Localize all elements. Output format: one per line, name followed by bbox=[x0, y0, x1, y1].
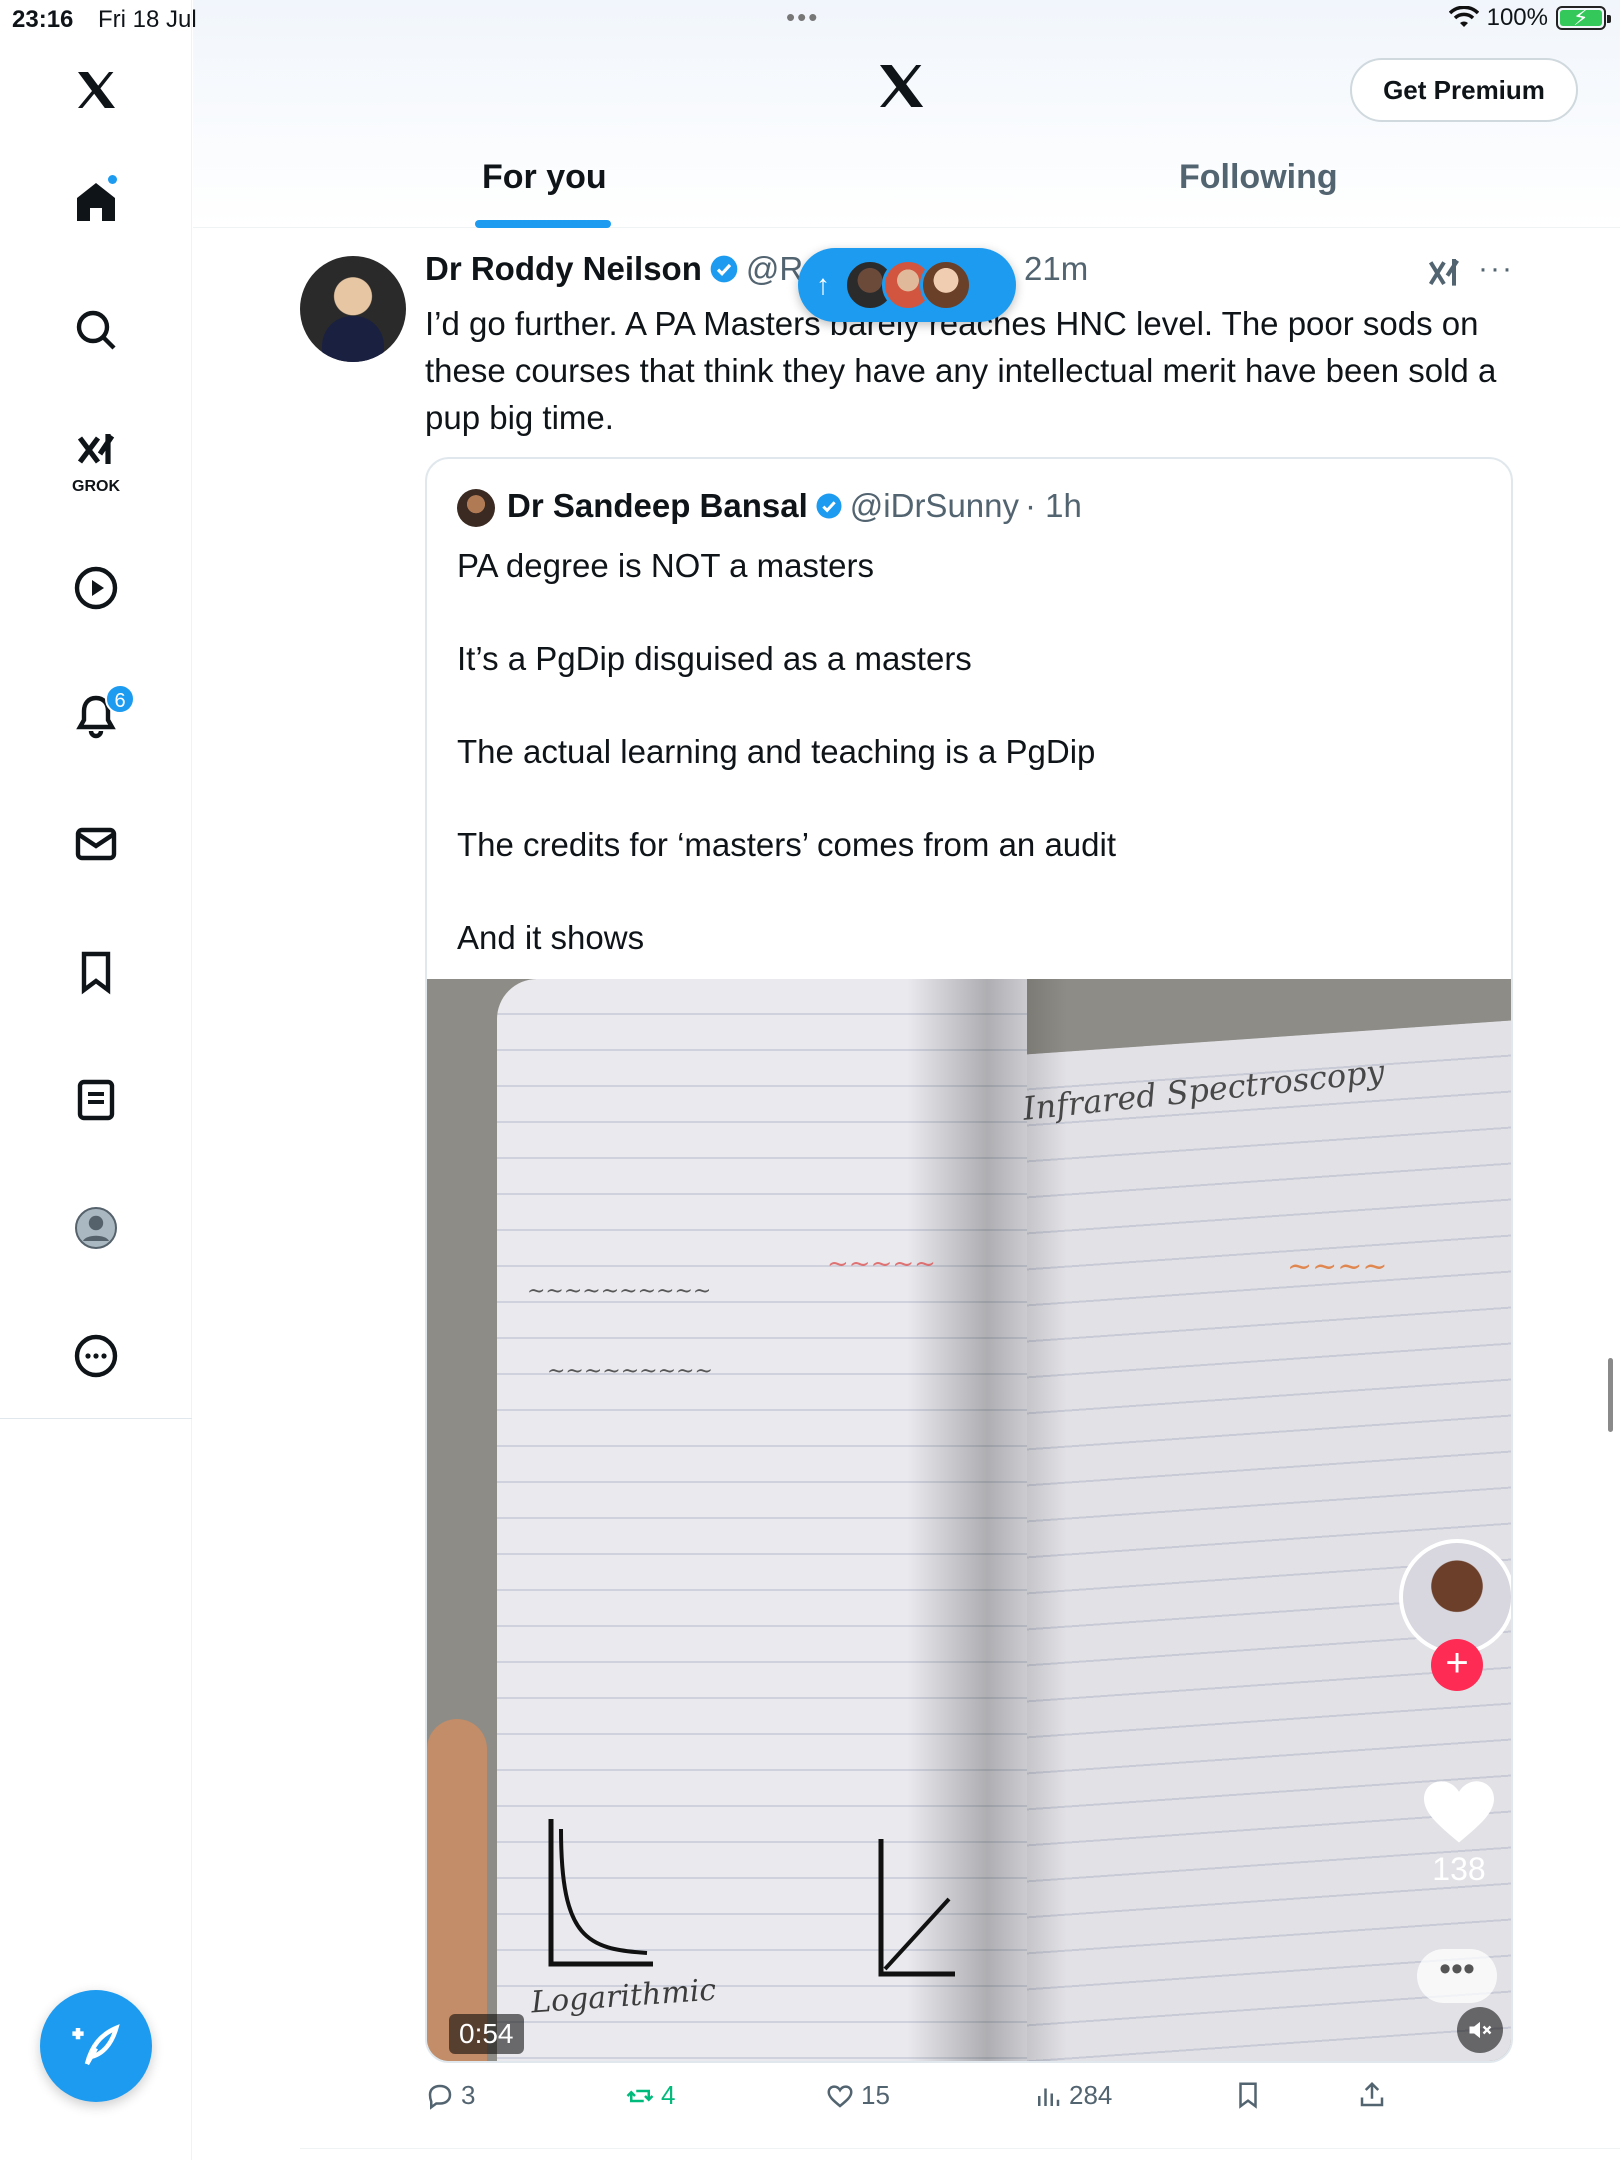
get-premium-button[interactable]: Get Premium bbox=[1350, 58, 1578, 122]
status-right: 100% ⚡ bbox=[1448, 4, 1611, 32]
bookmark-button[interactable] bbox=[1233, 2080, 1263, 2110]
compose-icon bbox=[72, 2024, 120, 2066]
battery-percent: 100% bbox=[1486, 4, 1548, 31]
tiktok-more-icon: ••• bbox=[1417, 1949, 1497, 2003]
repost-count: 4 bbox=[661, 2080, 676, 2110]
bookmark-icon bbox=[1239, 2082, 1257, 2109]
hand bbox=[427, 1719, 487, 2061]
quoted-text-line: PA degree is NOT a masters bbox=[457, 547, 874, 584]
notebook-scribble: ~~~~~ bbox=[827, 1249, 936, 1279]
status-date: Fri 18 Jul bbox=[98, 6, 197, 33]
active-tab-indicator bbox=[475, 220, 611, 228]
pill-avatar bbox=[920, 259, 972, 311]
tweet-more-icon[interactable]: ··· bbox=[1478, 252, 1514, 286]
author-name[interactable]: Dr Roddy Neilson bbox=[425, 250, 702, 288]
author-handle[interactable]: @R bbox=[746, 250, 803, 288]
follow-plus-icon: + bbox=[1431, 1639, 1483, 1691]
views-icon bbox=[1038, 2088, 1060, 2106]
notebook-scribble: ~~~~ bbox=[1287, 1249, 1388, 1284]
sidebar-item-bookmarks[interactable] bbox=[56, 932, 136, 1012]
tiktok-creator-avatar bbox=[1399, 1539, 1511, 1655]
like-count: 15 bbox=[861, 2080, 890, 2110]
tweet-divider bbox=[300, 2148, 1620, 2149]
tab-for-you[interactable]: For you bbox=[482, 158, 607, 197]
sidebar-item-search[interactable] bbox=[56, 290, 136, 370]
video-player[interactable]: Infrared Spectroscopy ~~~~~ ~~~~ ~~~~~~~… bbox=[427, 979, 1511, 2061]
sidebar-item-profile[interactable] bbox=[56, 1188, 136, 1268]
quoted-author-handle: @iDrSunny bbox=[849, 487, 1020, 524]
log-graph-icon bbox=[548, 1819, 653, 1967]
share-button[interactable] bbox=[1357, 2080, 1387, 2110]
list-icon bbox=[77, 1079, 115, 1121]
like-button[interactable]: 15 bbox=[825, 2080, 890, 2111]
profile-icon bbox=[75, 1207, 117, 1249]
mail-icon bbox=[75, 827, 117, 861]
quoted-text-line: It’s a PgDip disguised as a masters bbox=[457, 640, 972, 677]
quoted-text-line: The actual learning and teaching is a Pg… bbox=[457, 733, 1096, 770]
tweet-header: Dr Roddy Neilson @R bbox=[425, 250, 803, 288]
verified-badge-icon bbox=[710, 255, 738, 283]
battery-icon: ⚡ bbox=[1556, 5, 1611, 30]
new-posts-pill[interactable]: ↑ bbox=[798, 248, 1016, 322]
reply-button[interactable]: 3 bbox=[425, 2080, 475, 2111]
view-count: 284 bbox=[1069, 2080, 1113, 2110]
search-icon bbox=[76, 310, 116, 350]
more-icon bbox=[74, 1334, 118, 1378]
play-icon bbox=[74, 566, 118, 610]
grok-explain-icon[interactable] bbox=[1424, 254, 1464, 294]
quoted-tweet-header: Dr Sandeep Bansal @iDrSunny · 1h bbox=[507, 487, 1082, 525]
home-unread-dot bbox=[108, 175, 117, 184]
sidebar: GROK 6 bbox=[0, 0, 192, 2160]
speaker-muted-icon bbox=[1469, 2021, 1492, 2039]
quoted-text-line: The credits for ‘masters’ comes from an … bbox=[457, 826, 1117, 863]
notification-badge: 6 bbox=[105, 684, 135, 714]
author-avatar[interactable] bbox=[300, 256, 406, 362]
repost-button[interactable]: 4 bbox=[625, 2080, 675, 2111]
sidebar-item-more[interactable] bbox=[56, 1316, 136, 1396]
compose-button[interactable] bbox=[40, 1990, 152, 2102]
quoted-tweet-time: · 1h bbox=[1025, 487, 1082, 524]
reply-icon bbox=[428, 2084, 452, 2110]
wifi-icon bbox=[1448, 6, 1479, 27]
views-button[interactable]: 284 bbox=[1033, 2080, 1112, 2111]
tiktok-like-count: 138 bbox=[1432, 1851, 1486, 1887]
notebook-scribble: ~~~~~~~~~ bbox=[547, 1359, 713, 1384]
graph-icon bbox=[878, 1839, 955, 1977]
quoted-tweet[interactable]: Dr Sandeep Bansal @iDrSunny · 1h PA degr… bbox=[425, 457, 1513, 2063]
heart-icon bbox=[1424, 1781, 1494, 1843]
sidebar-divider bbox=[0, 1418, 192, 1419]
tweet-time[interactable]: 21m bbox=[1024, 250, 1088, 288]
like-icon bbox=[827, 2084, 853, 2108]
notebook-scribble: ~~~~~~~~~~ bbox=[527, 1279, 712, 1304]
arrow-up-icon: ↑ bbox=[816, 269, 830, 300]
reply-count: 3 bbox=[461, 2080, 476, 2110]
quoted-text-line: And it shows bbox=[457, 919, 645, 956]
grok-label: GROK bbox=[72, 478, 120, 495]
sidebar-item-lists[interactable] bbox=[56, 1060, 136, 1140]
verified-badge-icon bbox=[816, 493, 842, 519]
sidebar-item-videos[interactable] bbox=[56, 548, 136, 628]
repost-icon bbox=[626, 2089, 654, 2102]
sidebar-item-home[interactable] bbox=[56, 162, 136, 242]
status-time: 23:16 bbox=[12, 6, 74, 33]
tweet-actions: 3 4 15 284 bbox=[425, 2080, 1425, 2124]
quoted-author-avatar bbox=[457, 489, 495, 527]
sidebar-item-messages[interactable] bbox=[56, 804, 136, 884]
video-duration: 0:54 bbox=[449, 2014, 524, 2054]
quoted-author-name: Dr Sandeep Bansal bbox=[507, 487, 808, 524]
header-x-logo-icon bbox=[873, 58, 929, 114]
grok-icon bbox=[77, 434, 115, 464]
multitasking-dots-icon[interactable]: ••• bbox=[786, 2, 819, 33]
status-bar: 23:16 Fri 18 Jul ••• 100% ⚡ bbox=[0, 0, 1620, 40]
mute-button[interactable] bbox=[1457, 2007, 1503, 2053]
home-icon bbox=[77, 183, 115, 221]
tab-following[interactable]: Following bbox=[1179, 158, 1338, 197]
share-icon bbox=[1360, 2081, 1384, 2107]
bookmark-icon bbox=[81, 951, 111, 995]
scrollbar[interactable] bbox=[1608, 1358, 1613, 1432]
x-logo-icon[interactable] bbox=[56, 50, 136, 130]
